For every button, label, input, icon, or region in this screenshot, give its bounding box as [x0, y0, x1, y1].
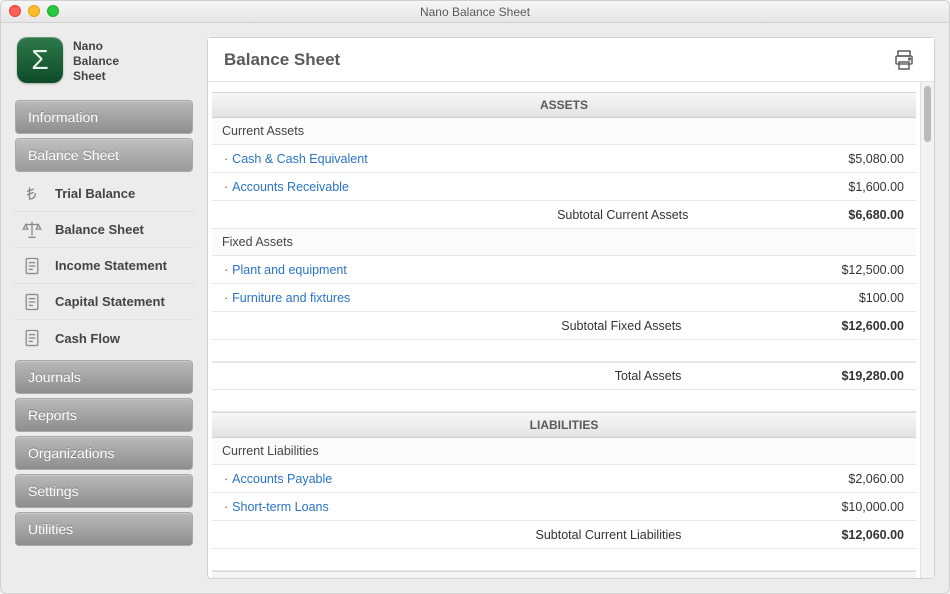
- group-current-assets: Current Assets: [212, 118, 916, 145]
- line-item: · Furniture and fixtures $100.00: [212, 284, 916, 312]
- content-area: Σ Nano Balance Sheet Information Balance…: [1, 23, 949, 593]
- nav-information[interactable]: Information: [15, 100, 193, 134]
- amount: $12,500.00: [841, 263, 904, 277]
- account-link[interactable]: Short-term Loans: [232, 500, 329, 514]
- app-brand: Σ Nano Balance Sheet: [15, 37, 193, 84]
- account-link[interactable]: Accounts Receivable: [232, 180, 349, 194]
- line-item: · Cash & Cash Equivalent $5,080.00: [212, 145, 916, 173]
- sidebar: Σ Nano Balance Sheet Information Balance…: [15, 37, 193, 579]
- sidebar-item-capital-statement[interactable]: Capital Statement: [15, 284, 193, 320]
- line-item: · Plant and equipment $12,500.00: [212, 256, 916, 284]
- document-icon: [19, 253, 45, 279]
- window-title: Nano Balance Sheet: [420, 5, 530, 19]
- subtotal-row: Subtotal Fixed Assets $12,600.00: [212, 312, 916, 340]
- nav-reports[interactable]: Reports: [15, 398, 193, 432]
- amount: $2,060.00: [848, 472, 904, 486]
- section-header-assets: ASSETS: [212, 92, 916, 118]
- nav-label: Journals: [28, 369, 81, 385]
- scale-icon: [19, 217, 45, 243]
- amount: $100.00: [859, 291, 904, 305]
- main-panel: Balance Sheet ASSETS Current Assets: [207, 37, 935, 579]
- sidebar-item-label: Income Statement: [55, 258, 167, 273]
- sidebar-item-cash-flow[interactable]: Cash Flow: [15, 320, 193, 356]
- amount: $1,600.00: [848, 180, 904, 194]
- window-close-button[interactable]: [9, 5, 21, 17]
- sidebar-item-label: Cash Flow: [55, 331, 120, 346]
- nav-balance-sheet-submenu: Trial Balance Balance Sheet: [15, 176, 193, 356]
- scrollbar-thumb[interactable]: [924, 86, 931, 142]
- nav-label: Balance Sheet: [28, 147, 119, 163]
- spacer: [212, 390, 916, 412]
- traffic-lights: [9, 5, 59, 17]
- section-title: LIABILITIES: [530, 418, 599, 432]
- section-title: ASSETS: [540, 98, 588, 112]
- spacer: [212, 549, 916, 571]
- sidebar-item-balance-sheet[interactable]: Balance Sheet: [15, 212, 193, 248]
- subtotal-label: Subtotal Current Liabilities: [536, 528, 682, 542]
- page-title: Balance Sheet: [224, 50, 340, 70]
- sidebar-item-label: Balance Sheet: [55, 222, 144, 237]
- sidebar-item-label: Capital Statement: [55, 294, 165, 309]
- app-window: Nano Balance Sheet Σ Nano Balance Sheet …: [0, 0, 950, 594]
- sidebar-item-trial-balance[interactable]: Trial Balance: [15, 176, 193, 212]
- report-body[interactable]: ASSETS Current Assets · Cash & Cash Equi…: [208, 82, 920, 578]
- account-link[interactable]: Furniture and fixtures: [232, 291, 350, 305]
- subtotal-row: Subtotal Current Liabilities $12,060.00: [212, 521, 916, 549]
- print-button[interactable]: [890, 46, 918, 74]
- sigma-glyph: Σ: [31, 44, 48, 76]
- total-label: Total Assets: [615, 369, 682, 383]
- document-icon: [19, 289, 45, 315]
- account-link[interactable]: Plant and equipment: [232, 263, 347, 277]
- main-header: Balance Sheet: [208, 38, 934, 82]
- nav-organizations[interactable]: Organizations: [15, 436, 193, 470]
- subtotal-label: Subtotal Current Assets: [557, 208, 688, 222]
- section-header-liabilities: LIABILITIES: [212, 412, 916, 438]
- line-item: · Accounts Payable $2,060.00: [212, 465, 916, 493]
- printer-icon: [892, 48, 916, 72]
- group-current-liabilities: Current Liabilities: [212, 438, 916, 465]
- sidebar-item-income-statement[interactable]: Income Statement: [15, 248, 193, 284]
- sidebar-item-label: Trial Balance: [55, 186, 135, 201]
- scrollbar-track[interactable]: [920, 82, 934, 578]
- main-inner: Balance Sheet ASSETS Current Assets: [207, 37, 935, 579]
- total-row: Total Assets $19,280.00: [212, 362, 916, 390]
- subtotal-amount: $12,600.00: [841, 319, 904, 333]
- app-brand-text: Nano Balance Sheet: [73, 37, 119, 84]
- line-item: · Accounts Receivable $1,600.00: [212, 173, 916, 201]
- amount: $5,080.00: [848, 152, 904, 166]
- section-title: CAPITAL (EQUITY): [511, 577, 618, 578]
- nav-journals[interactable]: Journals: [15, 360, 193, 394]
- nav-utilities[interactable]: Utilities: [15, 512, 193, 546]
- nav-label: Settings: [28, 483, 79, 499]
- account-link[interactable]: Cash & Cash Equivalent: [232, 152, 368, 166]
- section-header-capital: CAPITAL (EQUITY): [212, 571, 916, 578]
- total-amount: $19,280.00: [841, 369, 904, 383]
- window-minimize-button[interactable]: [28, 5, 40, 17]
- subtotal-amount: $6,680.00: [848, 208, 904, 222]
- amount: $10,000.00: [841, 500, 904, 514]
- group-fixed-assets: Fixed Assets: [212, 229, 916, 256]
- subtotal-row: Subtotal Current Assets $6,680.00: [212, 201, 916, 229]
- subtotal-amount: $12,060.00: [841, 528, 904, 542]
- subtotal-label: Subtotal Fixed Assets: [561, 319, 681, 333]
- nav-label: Reports: [28, 407, 77, 423]
- line-item: · Short-term Loans $10,000.00: [212, 493, 916, 521]
- app-logo-icon: Σ: [17, 37, 63, 83]
- spacer: [212, 340, 916, 362]
- nav-settings[interactable]: Settings: [15, 474, 193, 508]
- document-icon: [19, 325, 45, 351]
- window-maximize-button[interactable]: [47, 5, 59, 17]
- titlebar: Nano Balance Sheet: [1, 1, 949, 23]
- nav-label: Organizations: [28, 445, 114, 461]
- nav-label: Information: [28, 109, 98, 125]
- nav-balance-sheet[interactable]: Balance Sheet: [15, 138, 193, 172]
- currency-tl-icon: [19, 181, 45, 207]
- report-scroll-wrap: ASSETS Current Assets · Cash & Cash Equi…: [208, 82, 934, 578]
- nav-label: Utilities: [28, 521, 73, 537]
- account-link[interactable]: Accounts Payable: [232, 472, 332, 486]
